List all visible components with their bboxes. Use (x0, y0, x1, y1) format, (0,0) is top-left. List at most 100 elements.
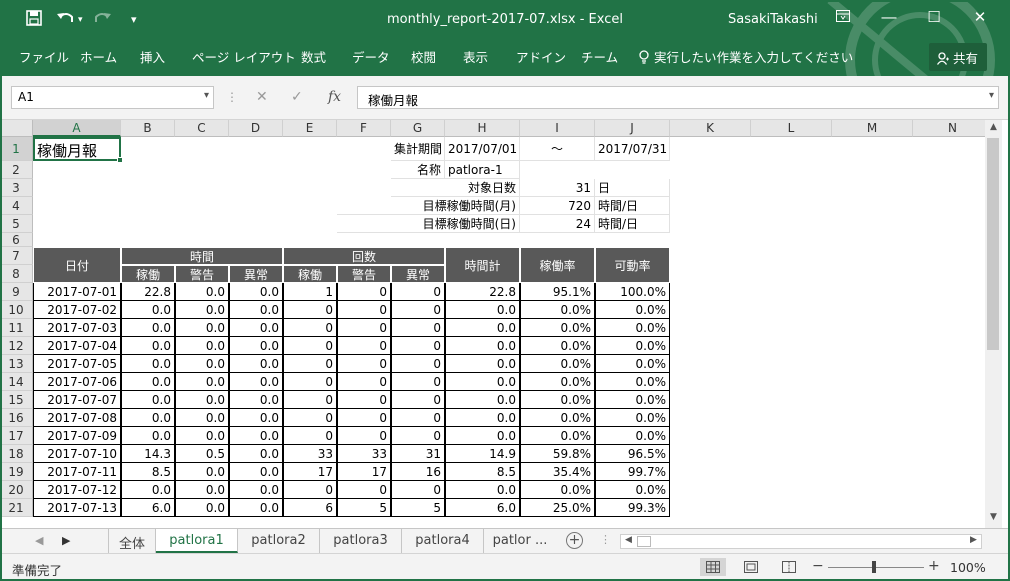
tab-addins[interactable]: アドイン (516, 47, 566, 66)
value-cell[interactable]: 6.0 (121, 499, 175, 517)
date-cell[interactable]: 2017-07-07 (33, 391, 121, 409)
report-title-cell[interactable]: 稼働月報 (33, 137, 121, 161)
date-cell[interactable]: 2017-07-12 (33, 481, 121, 499)
zoom-slider[interactable] (828, 561, 924, 573)
value-cell[interactable]: 0.0 (445, 481, 520, 499)
value-cell[interactable]: 0.0% (595, 337, 670, 355)
new-sheet-icon[interactable]: + (566, 532, 583, 549)
value-cell[interactable]: 25.0% (520, 499, 595, 517)
daily-target-value-cell[interactable]: 24 (520, 215, 595, 233)
row-header-7[interactable]: 7 (0, 247, 33, 265)
value-cell[interactable]: 0.0 (229, 283, 283, 301)
value-cell[interactable]: 0.0 (445, 391, 520, 409)
sheet-tab-more[interactable]: patlor ... (484, 529, 556, 553)
value-cell[interactable]: 0.0 (175, 391, 229, 409)
row-header-13[interactable]: 13 (0, 355, 33, 373)
next-sheet-icon[interactable]: ▶ (62, 534, 70, 547)
chevron-down-icon[interactable]: ▾ (204, 90, 209, 101)
value-cell[interactable]: 0.0 (229, 391, 283, 409)
period-label-cell[interactable]: 集計期間 (391, 137, 445, 161)
value-cell[interactable]: 0.0 (229, 301, 283, 319)
column-header-c[interactable]: C (175, 120, 229, 137)
date-cell[interactable]: 2017-07-06 (33, 373, 121, 391)
value-cell[interactable]: 8.5 (445, 463, 520, 481)
value-cell[interactable]: 0 (283, 481, 337, 499)
period-tilde-cell[interactable]: ～ (520, 137, 595, 161)
date-cell[interactable]: 2017-07-01 (33, 283, 121, 301)
value-cell[interactable]: 0 (337, 283, 391, 301)
value-cell[interactable]: 0.0 (175, 337, 229, 355)
monthly-target-unit-cell[interactable]: 時間/日 (595, 197, 670, 215)
value-cell[interactable]: 95.1% (520, 283, 595, 301)
date-cell[interactable]: 2017-07-03 (33, 319, 121, 337)
value-cell[interactable]: 0 (283, 427, 337, 445)
column-header-j[interactable]: J (595, 120, 670, 137)
date-cell[interactable]: 2017-07-08 (33, 409, 121, 427)
value-cell[interactable]: 0.0 (175, 481, 229, 499)
value-cell[interactable]: 0.0 (445, 337, 520, 355)
value-cell[interactable]: 0.0 (445, 319, 520, 337)
value-cell[interactable]: 0.0 (445, 355, 520, 373)
header-date[interactable]: 日付 (33, 247, 121, 283)
value-cell[interactable]: 100.0% (595, 283, 670, 301)
value-cell[interactable]: 0 (391, 355, 445, 373)
header-sub-3[interactable]: 異常 (229, 265, 283, 283)
sheet-tab-patlora2[interactable]: patlora2 (238, 529, 320, 553)
value-cell[interactable]: 0 (337, 301, 391, 319)
column-header-h[interactable]: H (445, 120, 520, 137)
value-cell[interactable]: 0.0 (229, 481, 283, 499)
value-cell[interactable]: 0.0% (520, 427, 595, 445)
value-cell[interactable]: 22.8 (445, 283, 520, 301)
value-cell[interactable]: 0.0 (229, 319, 283, 337)
formula-input[interactable]: 稼働月報 ▾ (357, 86, 999, 109)
value-cell[interactable]: 0.0 (175, 301, 229, 319)
zoom-out-button[interactable]: − (812, 558, 824, 574)
row-header-12[interactable]: 12 (0, 337, 33, 355)
value-cell[interactable]: 0.0% (595, 409, 670, 427)
value-cell[interactable]: 0 (391, 301, 445, 319)
value-cell[interactable]: 0 (391, 319, 445, 337)
date-cell[interactable]: 2017-07-11 (33, 463, 121, 481)
column-header-l[interactable]: L (751, 120, 832, 137)
value-cell[interactable]: 0.0% (520, 481, 595, 499)
tab-view[interactable]: 表示 (463, 47, 488, 66)
tab-file[interactable]: ファイル (19, 47, 69, 66)
header-sub-1[interactable]: 稼働 (121, 265, 175, 283)
value-cell[interactable]: 0.0% (520, 355, 595, 373)
enter-icon[interactable]: ✓ (291, 89, 303, 105)
value-cell[interactable]: 0.0 (229, 427, 283, 445)
value-cell[interactable]: 0.0 (229, 409, 283, 427)
value-cell[interactable]: 17 (337, 463, 391, 481)
value-cell[interactable]: 0.0 (121, 301, 175, 319)
header-availability[interactable]: 可動率 (595, 247, 670, 283)
row-header-20[interactable]: 20 (0, 481, 33, 499)
scroll-up-icon[interactable]: ▲ (985, 122, 1002, 137)
value-cell[interactable]: 0.0% (595, 301, 670, 319)
value-cell[interactable]: 0.0 (121, 427, 175, 445)
date-cell[interactable]: 2017-07-10 (33, 445, 121, 463)
value-cell[interactable]: 35.4% (520, 463, 595, 481)
value-cell[interactable]: 0.0 (229, 355, 283, 373)
value-cell[interactable]: 0 (391, 427, 445, 445)
tab-review[interactable]: 校閲 (411, 47, 436, 66)
row-header-5[interactable]: 5 (0, 215, 33, 233)
scroll-down-icon[interactable]: ▼ (985, 512, 1002, 527)
value-cell[interactable]: 0.0 (229, 463, 283, 481)
days-value-cell[interactable]: 31 (520, 179, 595, 197)
sheet-tab-patlora1[interactable]: patlora1 (156, 529, 238, 553)
row-header-18[interactable]: 18 (0, 445, 33, 463)
value-cell[interactable]: 0.0 (445, 301, 520, 319)
value-cell[interactable]: 0.0% (520, 337, 595, 355)
header-operation-rate[interactable]: 稼働率 (520, 247, 595, 283)
tab-home[interactable]: ホーム (80, 47, 117, 66)
tab-splitter-icon[interactable]: ⋮ (600, 533, 611, 546)
column-header-k[interactable]: K (670, 120, 751, 137)
value-cell[interactable]: 0.0 (121, 355, 175, 373)
zoom-level[interactable]: 100% (950, 560, 986, 575)
column-header-b[interactable]: B (121, 120, 175, 137)
value-cell[interactable]: 0.0 (175, 499, 229, 517)
column-header-n[interactable]: N (913, 120, 985, 137)
daily-target-unit-cell[interactable]: 時間/日 (595, 215, 670, 233)
tab-page-layout[interactable]: ページ レイアウト (192, 47, 296, 66)
row-header-17[interactable]: 17 (0, 427, 33, 445)
